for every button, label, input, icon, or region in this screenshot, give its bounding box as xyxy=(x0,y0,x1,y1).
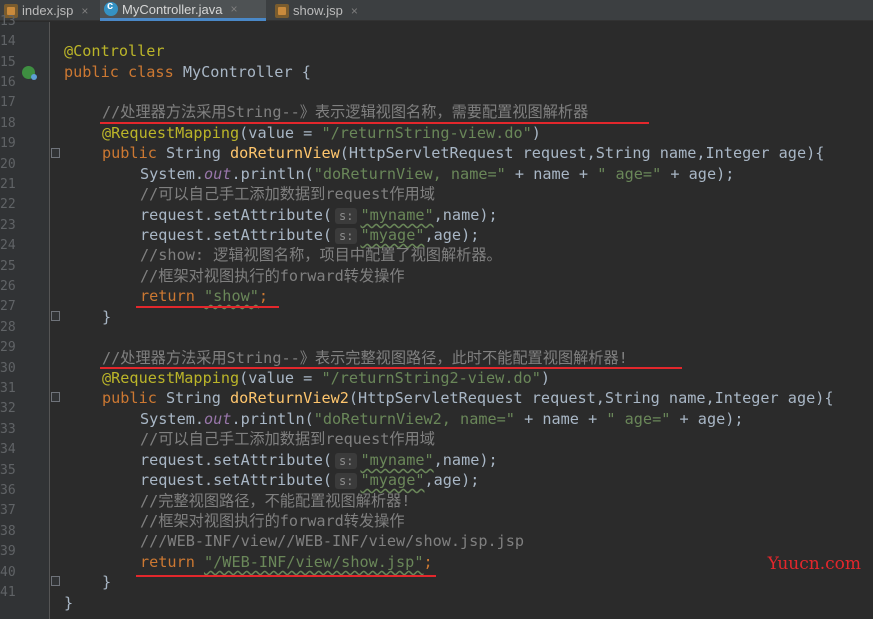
code-line-32[interactable]: System.out.println("doReturnView2, name=… xyxy=(140,409,744,429)
close-icon[interactable]: × xyxy=(81,4,88,18)
line-number: 13 xyxy=(0,13,16,29)
annotation-underline xyxy=(100,367,682,369)
tab-label: MyController.java xyxy=(122,1,223,17)
line-number: 30 xyxy=(0,360,16,376)
code-line-24[interactable]: //show: 逻辑视图名称，项目中配置了视图解析器。 xyxy=(140,245,502,265)
fold-icon[interactable] xyxy=(51,311,60,321)
code-line-15[interactable]: public class MyController { xyxy=(64,62,311,82)
code-line-19[interactable]: public String doReturnView(HttpServletRe… xyxy=(102,143,824,163)
line-number: 20 xyxy=(0,156,16,172)
line-number: 24 xyxy=(0,238,16,254)
line-number: 37 xyxy=(0,503,16,519)
code-line-34[interactable]: request.setAttribute(s: "myname",name); xyxy=(140,450,498,470)
close-icon[interactable]: × xyxy=(351,4,358,18)
line-number: 16 xyxy=(0,75,16,91)
line-number: 29 xyxy=(0,340,16,356)
code-line-31[interactable]: public String doReturnView2(HttpServletR… xyxy=(102,388,834,408)
fold-icon[interactable] xyxy=(51,148,60,158)
line-number: 22 xyxy=(0,197,16,213)
line-number: 41 xyxy=(0,585,16,601)
code-line-17[interactable]: //处理器方法采用String--》表示逻辑视图名称，需要配置视图解析器 xyxy=(102,102,588,122)
line-number: 25 xyxy=(0,258,16,274)
code-line-27[interactable]: } xyxy=(102,307,111,327)
code-line-38[interactable]: ///WEB-INF/view//WEB-INF/view/show.jsp.j… xyxy=(140,531,524,551)
code-line-41[interactable]: } xyxy=(64,593,73,613)
code-line-18[interactable]: @RequestMapping(value = "/returnString-v… xyxy=(102,123,541,143)
tab-mycontroller-java[interactable]: MyController.java × xyxy=(100,0,266,21)
line-number: 27 xyxy=(0,299,16,315)
fold-icon[interactable] xyxy=(51,576,60,586)
line-number: 18 xyxy=(0,115,16,131)
code-line-39[interactable]: return "/WEB-INF/view/show.jsp"; xyxy=(140,552,433,572)
annotation-underline xyxy=(136,575,436,577)
watermark: Yuucn.com xyxy=(767,554,861,574)
line-number: 14 xyxy=(0,34,16,50)
code-line-21[interactable]: //可以自己手工添加数据到request作用域 xyxy=(140,184,435,204)
close-icon[interactable]: × xyxy=(230,2,237,16)
parameter-hint: s: xyxy=(335,473,358,489)
line-number: 26 xyxy=(0,279,16,295)
line-number: 15 xyxy=(0,54,16,70)
line-number: 28 xyxy=(0,319,16,335)
jsp-file-icon xyxy=(275,3,289,18)
code-line-22[interactable]: request.setAttribute(s: "myname",name); xyxy=(140,205,498,225)
code-line-23[interactable]: request.setAttribute(s: "myage",age); xyxy=(140,225,479,245)
java-class-icon xyxy=(104,0,118,16)
line-number: 31 xyxy=(0,381,16,397)
code-line-29[interactable]: //处理器方法采用String--》表示完整视图路径，此时不能配置视图解析器! xyxy=(102,348,628,368)
line-number: 23 xyxy=(0,217,16,233)
tab-label: show.jsp xyxy=(293,3,343,18)
line-number: 21 xyxy=(0,177,16,193)
line-number: 36 xyxy=(0,483,16,499)
spring-bean-icon[interactable] xyxy=(22,66,37,80)
line-number: 19 xyxy=(0,136,16,152)
code-line-40[interactable]: } xyxy=(102,572,111,592)
parameter-hint: s: xyxy=(335,228,358,244)
tab-show-jsp[interactable]: show.jsp × xyxy=(271,0,367,21)
code-line-35[interactable]: request.setAttribute(s: "myage",age); xyxy=(140,470,479,490)
parameter-hint: s: xyxy=(335,453,358,469)
line-number: 34 xyxy=(0,442,16,458)
line-number: 33 xyxy=(0,421,16,437)
code-line-37[interactable]: //框架对视图执行的forward转发操作 xyxy=(140,511,405,531)
line-number: 35 xyxy=(0,462,16,478)
line-number: 40 xyxy=(0,564,16,580)
code-line-36[interactable]: //完整视图路径，不能配置视图解析器! xyxy=(140,491,410,511)
line-number: 38 xyxy=(0,523,16,539)
line-number: 39 xyxy=(0,544,16,560)
line-number: 32 xyxy=(0,401,16,417)
code-line-14[interactable]: @Controller xyxy=(64,41,165,61)
annotation-underline xyxy=(136,306,279,308)
parameter-hint: s: xyxy=(335,208,358,224)
code-line-26[interactable]: return "show"; xyxy=(140,286,268,306)
line-number: 17 xyxy=(0,95,16,111)
code-line-33[interactable]: //可以自己手工添加数据到request作用域 xyxy=(140,429,435,449)
code-line-20[interactable]: System.out.println("doReturnView, name="… xyxy=(140,164,734,184)
editor-tab-bar: index.jsp × MyController.java × show.jsp… xyxy=(0,0,873,21)
code-line-30[interactable]: @RequestMapping(value = "/returnString2-… xyxy=(102,368,550,388)
code-line-25[interactable]: //框架对视图执行的forward转发操作 xyxy=(140,266,405,286)
fold-icon[interactable] xyxy=(51,392,60,402)
tab-label: index.jsp xyxy=(22,3,74,18)
annotation-underline xyxy=(100,122,649,124)
